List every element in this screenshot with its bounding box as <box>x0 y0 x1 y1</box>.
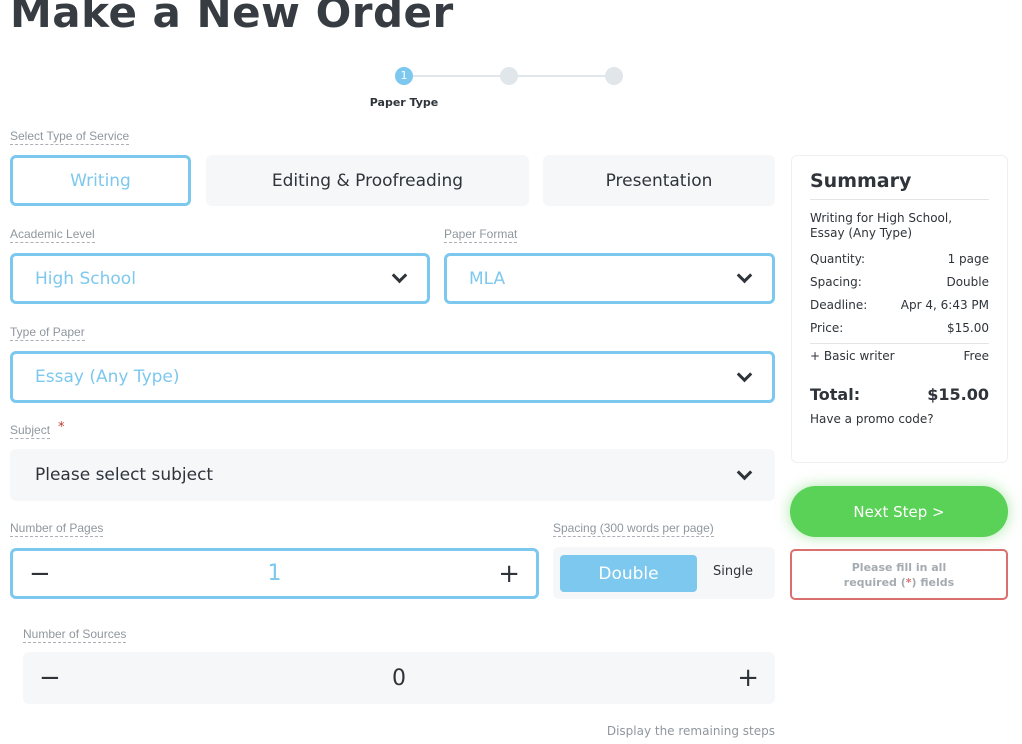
step-connector <box>413 75 501 77</box>
spacing-single[interactable]: Single <box>713 564 753 579</box>
summary-title: Summary <box>810 170 989 200</box>
service-writing[interactable]: Writing <box>10 155 191 206</box>
chevron-down-icon <box>391 267 408 284</box>
service-editing[interactable]: Editing & Proofreading <box>206 155 529 206</box>
paper-format-value: MLA <box>469 268 506 289</box>
pages-value[interactable]: 1 <box>268 561 282 586</box>
minus-icon[interactable]: − <box>29 559 51 589</box>
academic-level-value: High School <box>35 268 136 289</box>
step-3[interactable] <box>605 67 623 85</box>
summary-description: Writing for High School, Essay (Any Type… <box>810 211 953 240</box>
spacing-toggle: Double Single <box>553 547 775 599</box>
summary-row: Spacing: Double <box>810 275 989 289</box>
step-label: Paper Type <box>369 96 439 109</box>
pages-stepper[interactable]: − 1 + <box>10 548 539 599</box>
chevron-down-icon <box>736 366 753 382</box>
chevron-down-icon <box>736 267 753 284</box>
sources-stepper[interactable]: − 0 + <box>23 652 775 704</box>
summary-row: Price: $15.00 <box>810 321 989 344</box>
academic-level-select[interactable]: High School <box>10 253 430 304</box>
paper-type-label: Type of Paper <box>10 325 85 341</box>
academic-level-label: Academic Level <box>10 227 95 243</box>
plus-icon[interactable]: + <box>737 663 759 693</box>
subject-label: Subject <box>10 423 51 439</box>
pages-label: Number of Pages <box>10 521 104 537</box>
display-remaining-steps-link[interactable]: Display the remaining steps <box>607 724 775 738</box>
required-fields-warning: Please fill in all required (*) fields <box>790 549 1008 600</box>
step-1[interactable]: 1 <box>395 67 413 85</box>
step-2[interactable] <box>500 67 518 85</box>
service-label: Select Type of Service <box>10 129 130 145</box>
service-presentation[interactable]: Presentation <box>543 155 775 206</box>
summary-card: Summary Writing for High School, Essay (… <box>791 155 1008 463</box>
summary-row: Deadline: Apr 4, 6:43 PM <box>810 298 989 312</box>
next-step-button[interactable]: Next Step > <box>790 486 1008 537</box>
summary-row: Quantity: 1 page <box>810 252 989 266</box>
summary-extra: + Basic writer Free <box>810 349 989 363</box>
spacing-label: Spacing (300 words per page) <box>553 521 714 537</box>
sources-value[interactable]: 0 <box>392 666 406 691</box>
page-title: Make a New Order <box>10 0 454 37</box>
sources-label: Number of Sources <box>23 627 127 643</box>
chevron-down-icon <box>736 464 753 480</box>
promo-code-link[interactable]: Have a promo code? <box>810 412 989 426</box>
paper-type-select[interactable]: Essay (Any Type) <box>10 351 775 403</box>
step-connector <box>518 75 606 77</box>
plus-icon[interactable]: + <box>498 559 520 589</box>
subject-placeholder: Please select subject <box>35 465 214 485</box>
paper-format-label: Paper Format <box>444 227 518 243</box>
summary-total: Total: $15.00 <box>810 385 989 404</box>
paper-type-value: Essay (Any Type) <box>35 367 180 387</box>
spacing-double[interactable]: Double <box>560 555 697 592</box>
minus-icon[interactable]: − <box>39 663 61 693</box>
paper-format-select[interactable]: MLA <box>444 253 775 304</box>
subject-select[interactable]: Please select subject <box>10 449 775 501</box>
required-marker: * <box>58 420 65 435</box>
